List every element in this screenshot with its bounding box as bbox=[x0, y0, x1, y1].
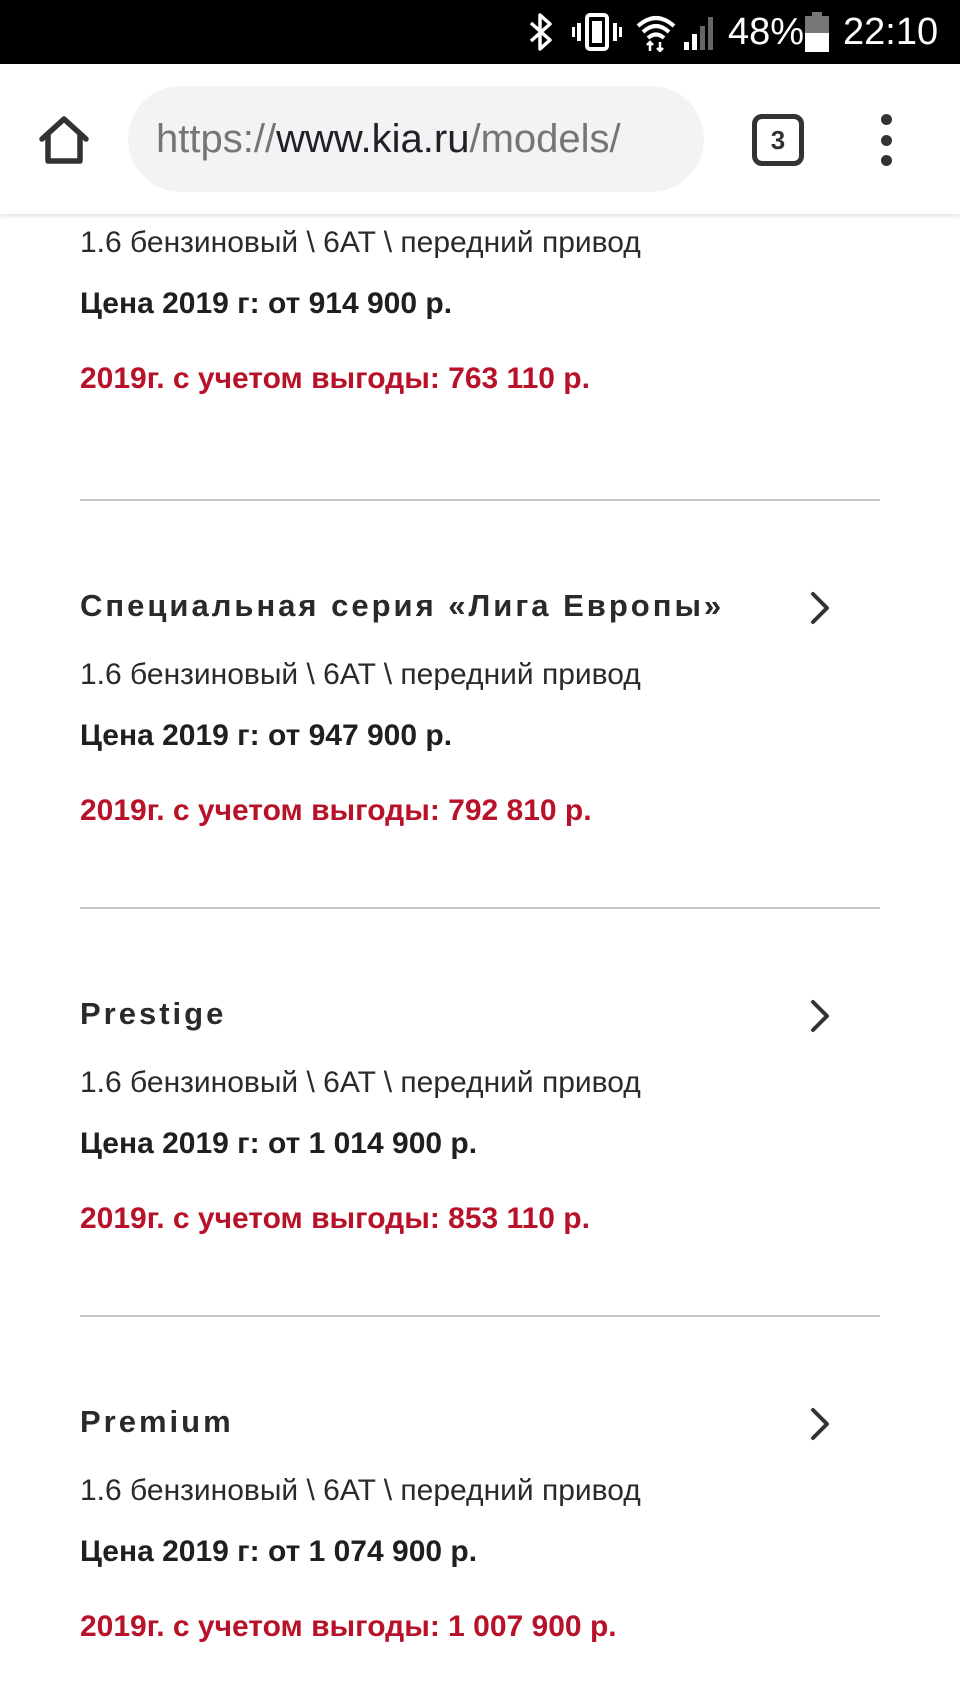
trim-row[interactable]: Prestige 1.6 бензиновый \ 6AT \ передний… bbox=[80, 996, 880, 1316]
url-host: www.kia.ru bbox=[276, 117, 470, 161]
battery-percent: 48% bbox=[728, 11, 805, 53]
home-icon bbox=[39, 116, 89, 164]
trim-spec: 1.6 бензиновый \ 6AT \ передний привод bbox=[80, 1474, 641, 1507]
menu-dot-icon bbox=[880, 134, 892, 146]
trim-spec: 1.6 бензиновый \ 6AT \ передний привод bbox=[80, 1066, 641, 1099]
address-bar[interactable]: https://www.kia.ru/models/ bbox=[128, 86, 704, 192]
trim-promo-price: 2019г. с учетом выгоды: 792 810 р. bbox=[80, 794, 592, 827]
chevron-right-icon bbox=[811, 1408, 829, 1440]
battery-icon bbox=[804, 0, 830, 64]
url-scheme: https:// bbox=[156, 117, 277, 161]
trim-name: Специальная серия «Лига Европы» bbox=[80, 588, 725, 623]
trim-name: Premium bbox=[80, 1404, 234, 1439]
divider bbox=[80, 1315, 880, 1317]
signal-icon bbox=[682, 0, 718, 64]
divider bbox=[80, 907, 880, 909]
trim-promo-price: 2019г. с учетом выгоды: 853 110 р. bbox=[80, 1202, 590, 1235]
trim-list: 1.6 бензиновый \ 6AT \ передний привод Ц… bbox=[0, 214, 960, 1707]
divider bbox=[80, 499, 880, 501]
trim-row[interactable]: Специальная серия «Лига Европы» 1.6 бенз… bbox=[80, 588, 880, 908]
menu-dot-icon bbox=[880, 155, 892, 166]
url-text: https://www.kia.ru/models/ bbox=[156, 86, 621, 192]
wifi-icon bbox=[636, 0, 676, 64]
trim-spec: 1.6 бензиновый \ 6AT \ передний привод bbox=[80, 658, 641, 691]
trim-name: Prestige bbox=[80, 996, 227, 1031]
trim-price: Цена 2019 г: от 1 014 900 р. bbox=[80, 1127, 478, 1160]
trim-row[interactable]: Premium 1.6 бензиновый \ 6AT \ передний … bbox=[80, 1404, 880, 1704]
home-button[interactable] bbox=[32, 108, 96, 172]
trim-promo-price: 2019г. с учетом выгоды: 1 007 900 р. bbox=[80, 1610, 617, 1643]
trim-price: Цена 2019 г: от 914 900 р. bbox=[80, 287, 453, 320]
tab-count: 3 bbox=[770, 124, 786, 155]
trim-spec: 1.6 бензиновый \ 6AT \ передний привод bbox=[80, 226, 641, 259]
trim-promo-price: 2019г. с учетом выгоды: 763 110 р. bbox=[80, 362, 590, 395]
overflow-menu-button[interactable] bbox=[868, 114, 904, 166]
browser-toolbar: https://www.kia.ru/models/ 3 bbox=[0, 64, 960, 214]
url-path: /models/ bbox=[469, 117, 621, 161]
chevron-right-icon bbox=[811, 592, 829, 624]
vibrate-icon bbox=[572, 0, 622, 64]
status-bar: 48% 22:10 bbox=[0, 0, 960, 64]
chevron-right-icon bbox=[811, 1000, 829, 1032]
tab-switcher-button[interactable]: 3 bbox=[752, 114, 804, 166]
clock: 22:10 bbox=[843, 11, 939, 53]
menu-dot-icon bbox=[880, 114, 892, 125]
trim-price: Цена 2019 г: от 1 074 900 р. bbox=[80, 1535, 478, 1568]
bluetooth-icon bbox=[526, 0, 556, 64]
trim-price: Цена 2019 г: от 947 900 р. bbox=[80, 719, 453, 752]
trim-row[interactable]: 1.6 бензиновый \ 6AT \ передний привод Ц… bbox=[80, 214, 880, 494]
